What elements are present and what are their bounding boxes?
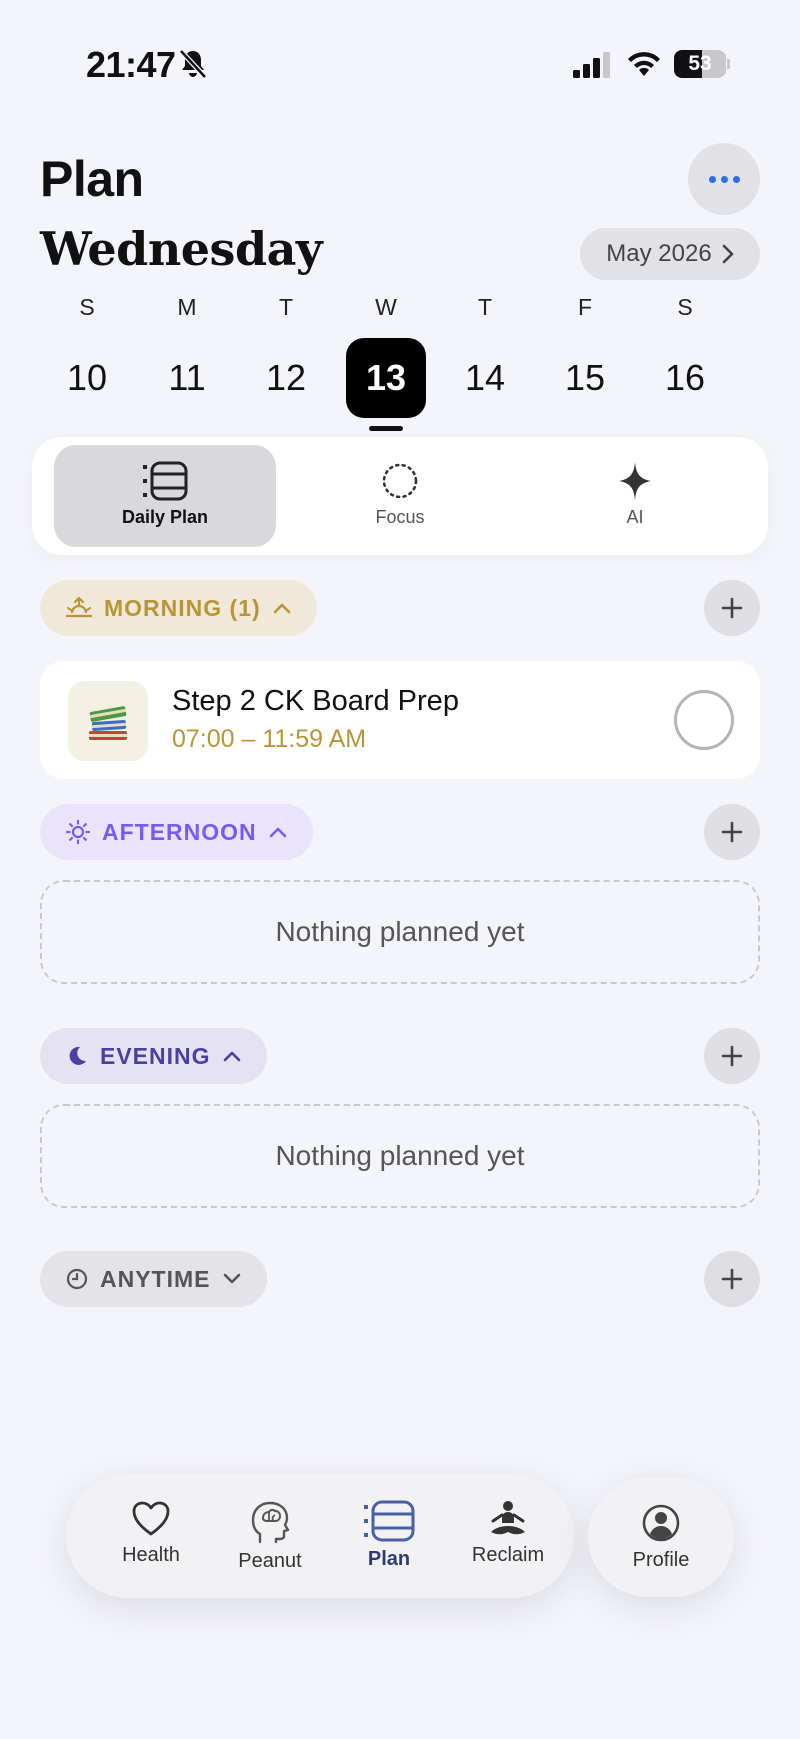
day-cell[interactable]: S 16 [645, 290, 725, 430]
week-strip: S 10 M 11 T 12 W 13 T 14 F 15 S 16 [38, 290, 762, 431]
weekday-letter: T [278, 294, 294, 320]
weekday-letter: W [375, 294, 397, 320]
day-number: 14 [464, 357, 506, 398]
moon-icon [69, 1046, 86, 1065]
plus-icon [721, 597, 743, 619]
plus-icon [721, 1268, 743, 1290]
sun-icon [66, 820, 90, 844]
afternoon-empty-state: Nothing planned yet [40, 880, 760, 984]
section-morning-toggle[interactable]: MORNING (1) [40, 580, 317, 636]
tab-plan[interactable]: Plan [334, 1474, 444, 1598]
heart-icon [132, 1501, 170, 1536]
task-time: 07:00 – 11:59 AM [172, 725, 367, 753]
tab-daily-plan[interactable]: Daily Plan [54, 445, 276, 547]
tab-label: Daily Plan [121, 507, 209, 527]
day-number: 13 [346, 338, 426, 418]
list-icon [143, 461, 188, 501]
add-morning-button[interactable] [704, 580, 760, 636]
tab-label: Reclaim [471, 1544, 545, 1566]
weekday-letter: S [79, 294, 95, 320]
chevron-down-icon [223, 1273, 240, 1284]
day-cell[interactable]: S 10 [47, 290, 127, 430]
tab-label: Health [122, 1544, 180, 1566]
dotted-circle-icon [382, 463, 418, 499]
tab-ai[interactable]: AI [524, 445, 746, 547]
evening-empty-state: Nothing planned yet [40, 1104, 760, 1208]
chevron-right-icon [722, 244, 734, 264]
list-icon [364, 1500, 415, 1542]
day-cell-selected[interactable]: W 13 [346, 290, 426, 431]
sunrise-icon [66, 597, 92, 618]
tab-label: Profile [632, 1549, 690, 1571]
tab-reclaim[interactable]: Reclaim [453, 1474, 563, 1598]
weekday-letter: M [177, 294, 197, 320]
selected-day-indicator [369, 426, 403, 431]
section-label: MORNING (1) [104, 594, 261, 621]
day-number: 16 [664, 357, 706, 398]
weekday-letter: S [677, 294, 693, 320]
weekday-letter: F [577, 294, 593, 320]
section-label: AFTERNOON [102, 818, 257, 845]
add-anytime-button[interactable] [704, 1251, 760, 1307]
battery-level: 53 [688, 52, 712, 75]
month-picker-button[interactable]: May 2026 [580, 228, 760, 280]
section-label: EVENING [100, 1042, 211, 1069]
day-cell[interactable]: M 11 [147, 290, 227, 430]
day-number: 11 [168, 357, 206, 398]
day-cell[interactable]: F 15 [545, 290, 625, 430]
tab-health[interactable]: Health [96, 1474, 206, 1598]
bottom-tab-bar: Health Peanut Plan Reclaim [66, 1474, 574, 1598]
section-evening-toggle[interactable]: EVENING [40, 1028, 267, 1084]
section-anytime-toggle[interactable]: ANYTIME [40, 1251, 267, 1307]
task-title: Step 2 CK Board Prep [172, 685, 459, 717]
brain-head-icon [251, 1501, 290, 1544]
task-card[interactable]: Step 2 CK Board Prep 07:00 – 11:59 AM [40, 661, 760, 779]
page-title: Plan [40, 151, 144, 207]
signal-icon [573, 52, 610, 78]
bell-muted-icon [179, 49, 207, 79]
task-complete-checkbox[interactable] [674, 690, 734, 750]
books-icon [89, 706, 127, 740]
battery-icon: 53 [674, 50, 730, 78]
status-time: 21:47 [86, 44, 176, 85]
tab-focus[interactable]: Focus [289, 445, 511, 547]
tab-profile[interactable]: Profile [588, 1477, 734, 1597]
chevron-up-icon [269, 827, 286, 838]
section-label: ANYTIME [100, 1265, 211, 1292]
month-label: May 2026 [606, 240, 712, 267]
tab-label: Plan [367, 1548, 411, 1570]
day-number: 15 [564, 357, 606, 398]
chevron-up-icon [223, 1051, 240, 1062]
empty-state-text: Nothing planned yet [275, 1140, 525, 1171]
tab-peanut[interactable]: Peanut [215, 1474, 325, 1598]
meditation-icon [491, 1501, 525, 1535]
section-afternoon-toggle[interactable]: AFTERNOON [40, 804, 313, 860]
task-thumbnail [68, 681, 148, 761]
chevron-up-icon [273, 603, 290, 614]
clock-icon [66, 1268, 88, 1290]
empty-state-text: Nothing planned yet [275, 916, 525, 947]
more-dots-icon [708, 175, 716, 183]
day-number: 10 [66, 357, 108, 398]
day-cell[interactable]: T 14 [445, 290, 525, 430]
plus-icon [721, 1045, 743, 1067]
add-evening-button[interactable] [704, 1028, 760, 1084]
more-options-button[interactable] [688, 143, 760, 215]
day-cell[interactable]: T 12 [246, 290, 326, 430]
person-circle-icon [642, 1504, 680, 1542]
tab-label: Peanut [238, 1550, 302, 1572]
view-segmented-control: Daily Plan Focus AI [32, 437, 768, 555]
wifi-icon [628, 52, 660, 76]
tab-label: Focus [375, 507, 425, 527]
day-number: 12 [265, 357, 307, 398]
tab-label: AI [626, 507, 644, 527]
weekday-letter: T [477, 294, 493, 320]
selected-day-name: Wednesday [40, 222, 323, 276]
sparkle-icon [619, 462, 651, 500]
plus-icon [721, 821, 743, 843]
add-afternoon-button[interactable] [704, 804, 760, 860]
